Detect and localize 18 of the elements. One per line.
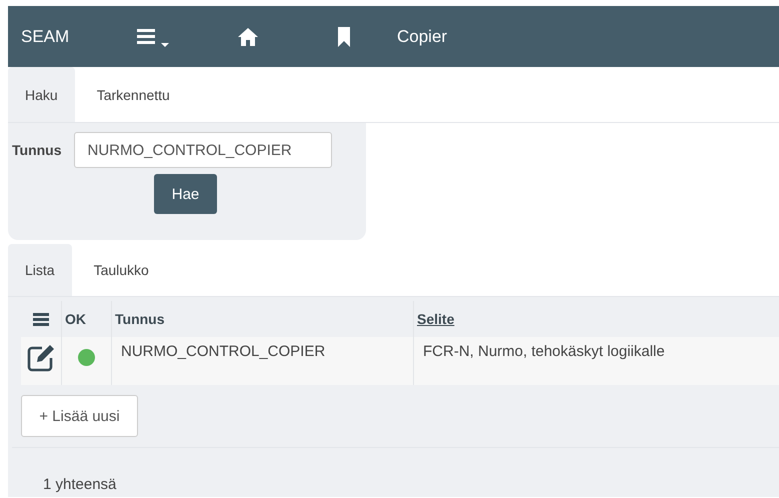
field-label: Tunnus: [12, 142, 62, 158]
tab[interactable]: Tarkennettu: [74, 67, 187, 122]
add-button[interactable]: + Lisää uusi: [21, 395, 138, 437]
edit-icon[interactable]: [26, 343, 56, 373]
table-cell: FCR-N, Nurmo, tehokäskyt logiikalle: [414, 337, 779, 385]
brand-name[interactable]: SEAM: [21, 26, 135, 46]
column-header: Tunnus: [112, 301, 414, 337]
table-cell: NURMO_CONTROL_COPIER: [112, 337, 414, 385]
tunnus-field[interactable]: NURMO_CONTROL_COPIER: [74, 132, 332, 168]
tab[interactable]: Taulukko: [72, 244, 166, 296]
total-count: 1 yhteensä: [43, 476, 118, 493]
menu-icon[interactable]: [33, 312, 49, 326]
tab[interactable]: Lista: [8, 244, 72, 296]
search-button[interactable]: Hae: [154, 174, 217, 214]
home-icon[interactable]: [237, 26, 259, 46]
tab[interactable]: Haku: [8, 67, 75, 122]
page-title: Copier: [397, 26, 448, 46]
bookmark-icon[interactable]: [337, 26, 351, 46]
